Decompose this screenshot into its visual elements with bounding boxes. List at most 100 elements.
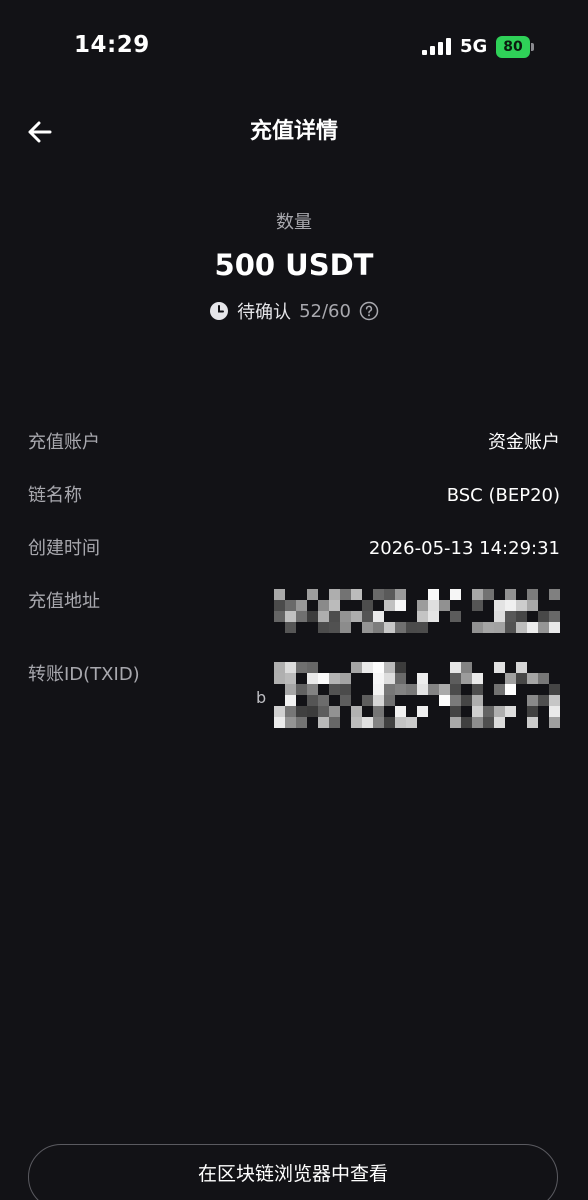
- mosaic-cell: [351, 706, 362, 717]
- mosaic-cell: [384, 673, 395, 684]
- mosaic-cell: [307, 706, 318, 717]
- mosaic-cell: [395, 589, 406, 600]
- mosaic-cell: [296, 717, 307, 728]
- mosaic-cell: [329, 717, 340, 728]
- deposit-account-label: 充值账户: [28, 432, 100, 453]
- mosaic-cell: [318, 717, 329, 728]
- mosaic-cell: [274, 717, 285, 728]
- mosaic-cell: [428, 684, 439, 695]
- mosaic-cell: [483, 622, 494, 633]
- mosaic-cell: [428, 600, 439, 611]
- row-deposit-account: 充值账户 资金账户: [28, 428, 560, 458]
- mosaic-cell: [516, 611, 527, 622]
- help-icon[interactable]: [359, 301, 379, 321]
- mosaic-cell: [494, 622, 505, 633]
- back-arrow-icon[interactable]: [22, 114, 58, 150]
- mosaic-cell: [395, 684, 406, 695]
- mosaic-cell: [549, 717, 560, 728]
- mosaic-cell: [549, 695, 560, 706]
- mosaic-cell: [472, 673, 483, 684]
- row-txid: 转账ID(TXID) b: [28, 660, 560, 738]
- chain-name-label: 链名称: [28, 485, 82, 506]
- mosaic-cell: [329, 622, 340, 633]
- mosaic-cell: [340, 684, 351, 695]
- mosaic-cell: [285, 706, 296, 717]
- mosaic-cell: [373, 717, 384, 728]
- deposit-address-label: 充值地址: [28, 591, 100, 612]
- mosaic-cell: [549, 622, 560, 633]
- mosaic-cell: [516, 673, 527, 684]
- mosaic-cell: [362, 662, 373, 673]
- mosaic-cell: [329, 673, 340, 684]
- mosaic-cell: [417, 706, 428, 717]
- mosaic-cell: [285, 622, 296, 633]
- mosaic-cell: [494, 684, 505, 695]
- mosaic-cell: [296, 684, 307, 695]
- mosaic-cell: [373, 673, 384, 684]
- amount-value: 500 USDT: [214, 248, 374, 282]
- mosaic-cell: [329, 589, 340, 600]
- mosaic-cell: [274, 600, 285, 611]
- mosaic-cell: [362, 611, 373, 622]
- mosaic-cell: [505, 684, 516, 695]
- amount-label: 数量: [276, 212, 312, 233]
- mosaic-cell: [329, 611, 340, 622]
- created-time-label: 创建时间: [28, 538, 100, 559]
- txid-label: 转账ID(TXID): [28, 664, 140, 685]
- mosaic-cell: [505, 622, 516, 633]
- row-deposit-address: 充值地址: [28, 587, 560, 647]
- mosaic-cell: [505, 706, 516, 717]
- mosaic-cell: [417, 600, 428, 611]
- mosaic-cell: [395, 706, 406, 717]
- mosaic-cell: [340, 695, 351, 706]
- mosaic-cell: [538, 622, 549, 633]
- mosaic-cell: [384, 600, 395, 611]
- mosaic-cell: [307, 589, 318, 600]
- txid-masked[interactable]: [260, 662, 560, 736]
- mosaic-cell: [494, 662, 505, 673]
- row-chain-name: 链名称 BSC (BEP20): [28, 481, 560, 511]
- mosaic-cell: [450, 695, 461, 706]
- mosaic-cell: [494, 600, 505, 611]
- mosaic-cell: [285, 662, 296, 673]
- mosaic-cell: [329, 706, 340, 717]
- row-created-time: 创建时间 2026-05-13 14:29:31: [28, 534, 560, 564]
- mosaic-cell: [439, 695, 450, 706]
- page-title: 充值详情: [249, 119, 338, 144]
- mosaic-cell: [483, 706, 494, 717]
- mosaic-cell: [318, 695, 329, 706]
- mosaic-cell: [549, 706, 560, 717]
- mosaic-cell: [384, 695, 395, 706]
- mosaic-cell: [450, 589, 461, 600]
- mosaic-cell: [538, 673, 549, 684]
- network-label: 5G: [460, 36, 488, 57]
- mosaic-cell: [340, 673, 351, 684]
- mosaic-cell: [296, 706, 307, 717]
- mosaic-cell: [318, 611, 329, 622]
- mosaic-cell: [351, 662, 362, 673]
- mosaic-cell: [384, 622, 395, 633]
- mosaic-cell: [395, 717, 406, 728]
- mosaic-cell: [318, 673, 329, 684]
- view-in-explorer-button[interactable]: 在区块链浏览器中查看: [28, 1144, 558, 1200]
- mosaic-cell: [362, 717, 373, 728]
- mosaic-cell: [494, 706, 505, 717]
- mosaic-cell: [505, 673, 516, 684]
- mosaic-cell: [384, 662, 395, 673]
- mosaic-cell: [527, 673, 538, 684]
- battery-icon: 80: [496, 36, 536, 58]
- mosaic-cell: [450, 706, 461, 717]
- confirmation-count: 52/60: [299, 300, 351, 322]
- mosaic-cell: [494, 717, 505, 728]
- mosaic-cell: [285, 695, 296, 706]
- mosaic-cell: [450, 662, 461, 673]
- signal-icon: [422, 38, 451, 55]
- clock-icon: [210, 302, 229, 320]
- mosaic-cell: [516, 662, 527, 673]
- mosaic-cell: [351, 589, 362, 600]
- mosaic-cell: [406, 717, 417, 728]
- deposit-detail-screen: 14:29 5G 80 充值详情 数量 500 USDT 待确认 52/60 充…: [0, 0, 588, 1200]
- mosaic-cell: [505, 611, 516, 622]
- mosaic-cell: [549, 611, 560, 622]
- deposit-address-masked[interactable]: [260, 589, 560, 641]
